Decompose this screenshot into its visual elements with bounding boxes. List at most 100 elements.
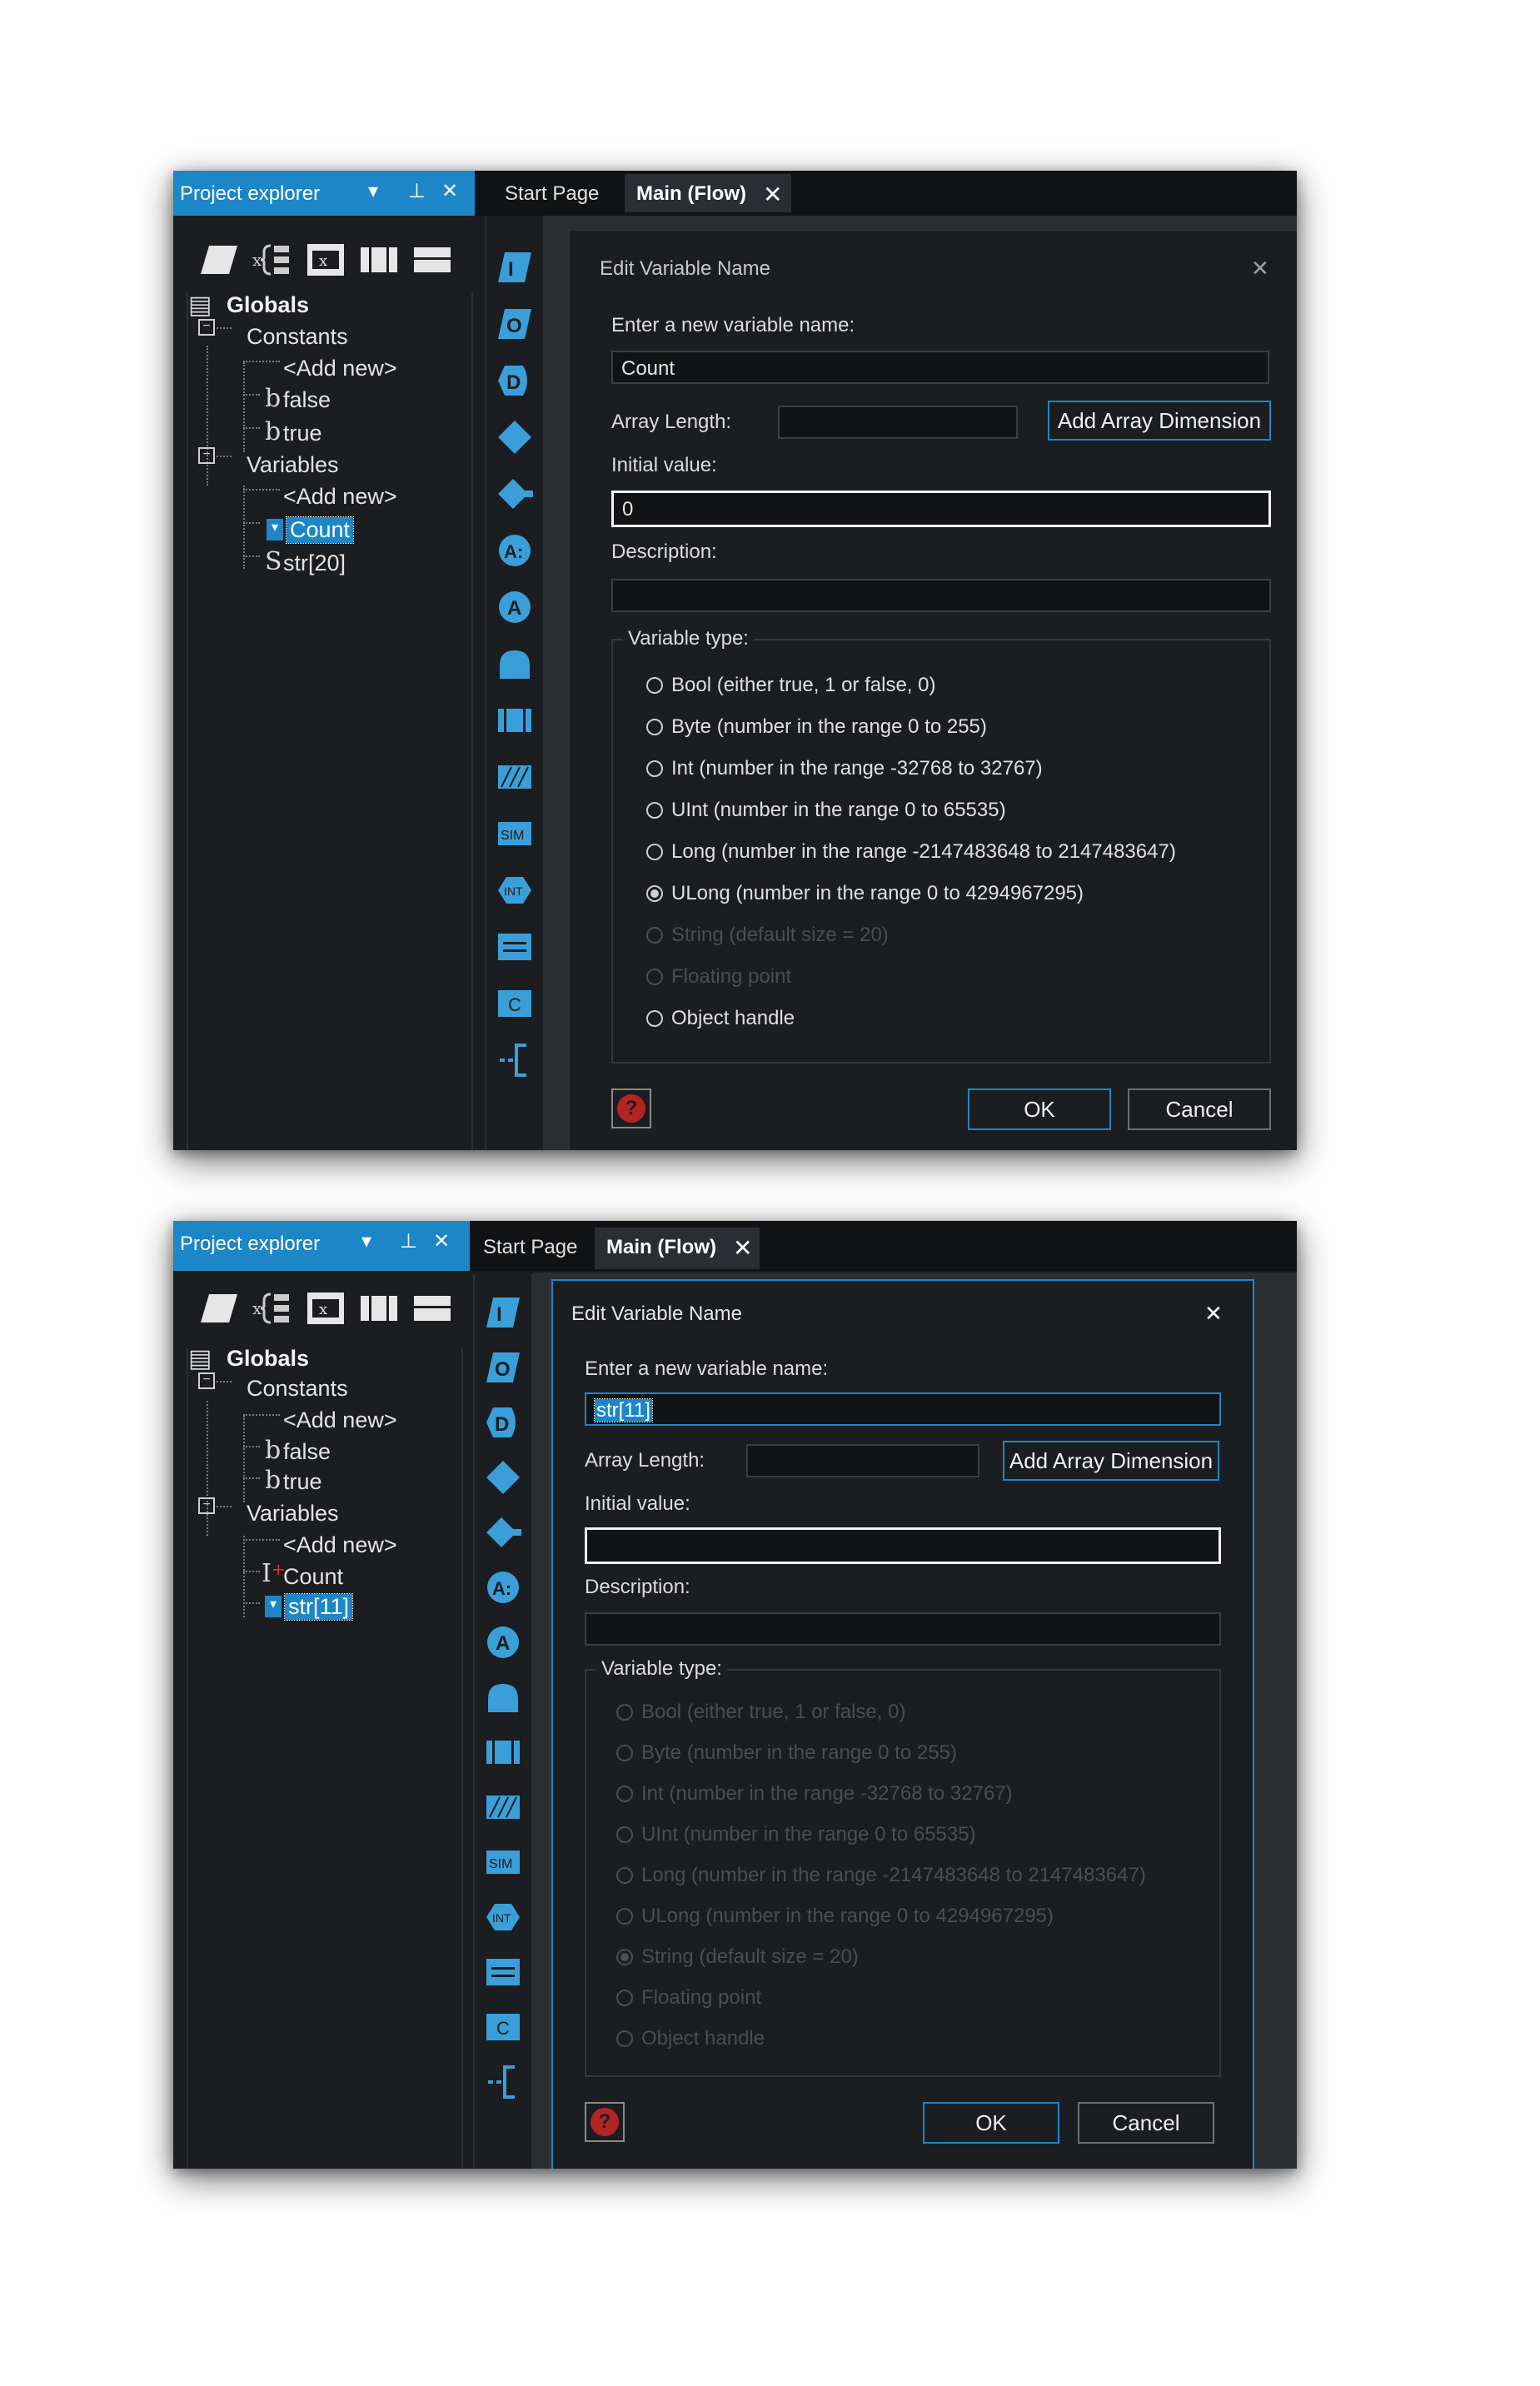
sim-block-icon[interactable]: SIM xyxy=(496,815,533,852)
interrupt-icon[interactable]: INT xyxy=(485,1899,521,1935)
variables-icon[interactable]: x xyxy=(252,242,293,277)
constant-icon[interactable]: x xyxy=(305,1291,346,1326)
type-object-handle-radio[interactable]: Object handle xyxy=(646,1007,795,1030)
tree-const-false[interactable]: false xyxy=(283,1439,331,1465)
display-block-icon[interactable]: D xyxy=(485,1404,521,1441)
hatched-block-icon[interactable] xyxy=(496,759,533,795)
ok-button[interactable]: OK xyxy=(923,2102,1059,2144)
bool-icon: b xyxy=(265,1466,282,1495)
interrupt-icon[interactable]: INT xyxy=(496,872,533,909)
variable-name-input[interactable]: Count xyxy=(611,351,1269,384)
tree-globals[interactable]: Globals xyxy=(227,1346,309,1372)
tab-start-page[interactable]: Start Page xyxy=(483,1236,577,1259)
variable-name-input[interactable]: str[11] xyxy=(585,1392,1221,1426)
parallelogram-icon[interactable] xyxy=(198,1291,240,1326)
collapse-variables-icon[interactable]: − xyxy=(198,1497,215,1514)
description-input[interactable] xyxy=(585,1612,1221,1646)
tree-globals[interactable]: Globals xyxy=(227,292,309,318)
type-ulong-radio[interactable]: ULong (number in the range 0 to 42949672… xyxy=(646,882,1084,905)
tree-var-count[interactable]: Count xyxy=(285,516,355,544)
add-array-dimension-button[interactable]: Add Array Dimension xyxy=(1003,1441,1219,1481)
help-button[interactable]: ? xyxy=(611,1088,651,1128)
sim-block-icon[interactable]: SIM xyxy=(485,1844,521,1880)
ok-button[interactable]: OK xyxy=(968,1088,1111,1130)
type-int-radio[interactable]: Int (number in the range -32768 to 32767… xyxy=(646,757,1043,780)
dialog-close-icon[interactable]: ✕ xyxy=(1251,256,1269,281)
hatched-block-icon[interactable] xyxy=(485,1789,521,1826)
c-code-icon[interactable]: C xyxy=(496,985,533,1022)
process-icon[interactable] xyxy=(485,1734,521,1771)
collapse-constants-icon[interactable]: − xyxy=(198,1372,215,1389)
loop-decision-icon[interactable] xyxy=(496,476,533,512)
comment-icon[interactable] xyxy=(485,2064,521,2100)
dialog-close-icon[interactable]: ✕ xyxy=(1204,1301,1223,1327)
tab-main-flow[interactable]: Main (Flow) xyxy=(606,1236,716,1259)
variables-icon[interactable]: x xyxy=(252,1291,293,1326)
constant-icon[interactable]: x xyxy=(305,242,346,277)
pin-icon[interactable]: ⊥ xyxy=(400,1229,417,1253)
description-input[interactable] xyxy=(611,579,1271,612)
terminal-icon[interactable] xyxy=(485,1679,521,1716)
tree-var-add-new[interactable]: <Add new> xyxy=(283,1532,397,1558)
tab-close-icon[interactable]: ✕ xyxy=(733,1234,752,1262)
struct-icon[interactable] xyxy=(411,1291,453,1326)
assign-a-icon[interactable]: A xyxy=(496,589,533,625)
add-array-dimension-button[interactable]: Add Array Dimension xyxy=(1048,401,1271,441)
tab-close-icon[interactable]: ✕ xyxy=(763,181,782,208)
list-block-icon[interactable] xyxy=(485,1954,521,1990)
output-block-icon[interactable]: O xyxy=(485,1349,521,1386)
pin-icon[interactable]: ⊥ xyxy=(408,179,426,203)
tree-constants[interactable]: Constants xyxy=(247,324,348,350)
comment-icon[interactable] xyxy=(496,1042,533,1078)
panel-close-icon[interactable]: ✕ xyxy=(433,1229,450,1253)
assign-a-colon-icon[interactable]: A: xyxy=(485,1569,521,1606)
input-block-icon[interactable]: I xyxy=(485,1294,521,1331)
collapse-variables-icon[interactable]: − xyxy=(198,447,215,464)
type-uint-radio[interactable]: UInt (number in the range 0 to 65535) xyxy=(646,799,1006,822)
assign-a-colon-icon[interactable]: A: xyxy=(496,532,533,569)
tree-var-str[interactable]: str[11] xyxy=(283,1593,354,1621)
array-length-input[interactable] xyxy=(746,1444,979,1477)
parallelogram-icon[interactable] xyxy=(198,242,240,277)
tree-variables[interactable]: Variables xyxy=(247,1501,339,1527)
initial-value-input[interactable] xyxy=(585,1527,1221,1564)
type-bool-radio[interactable]: Bool (either true, 1 or false, 0) xyxy=(646,674,935,697)
array-icon[interactable] xyxy=(358,1291,400,1326)
array-length-input[interactable] xyxy=(778,406,1018,439)
decision-icon[interactable] xyxy=(485,1459,521,1496)
c-code-icon[interactable]: C xyxy=(485,2009,521,2045)
cancel-button[interactable]: Cancel xyxy=(1128,1088,1271,1130)
array-icon[interactable] xyxy=(358,242,400,277)
collapse-constants-icon[interactable]: − xyxy=(198,319,215,336)
panel-dropdown-icon[interactable]: ▾ xyxy=(361,1229,371,1253)
decision-icon[interactable] xyxy=(496,419,533,456)
terminal-icon[interactable] xyxy=(496,645,533,682)
tree-const-false[interactable]: false xyxy=(283,387,331,413)
tree-constants[interactable]: Constants xyxy=(247,1376,348,1402)
tab-start-page[interactable]: Start Page xyxy=(505,182,599,206)
type-byte-radio[interactable]: Byte (number in the range 0 to 255) xyxy=(646,715,987,739)
assign-a-icon[interactable]: A xyxy=(485,1624,521,1661)
tree-const-true[interactable]: true xyxy=(283,1469,322,1495)
help-button[interactable]: ? xyxy=(585,2102,625,2142)
cancel-button[interactable]: Cancel xyxy=(1078,2102,1214,2144)
tree-const-true[interactable]: true xyxy=(283,421,322,446)
type-long-radio[interactable]: Long (number in the range -2147483648 to… xyxy=(646,840,1176,864)
tree-const-add-new[interactable]: <Add new> xyxy=(283,356,397,381)
tree-var-str[interactable]: str[20] xyxy=(283,550,346,576)
tree-var-count[interactable]: Count xyxy=(283,1564,343,1590)
tree-var-add-new[interactable]: <Add new> xyxy=(283,484,397,510)
initial-value-input[interactable]: 0 xyxy=(611,491,1271,527)
tab-main-flow[interactable]: Main (Flow) xyxy=(636,182,746,206)
list-block-icon[interactable] xyxy=(496,929,533,965)
input-block-icon[interactable]: I xyxy=(496,249,533,286)
panel-close-icon[interactable]: ✕ xyxy=(441,179,458,203)
struct-icon[interactable] xyxy=(411,242,453,277)
display-block-icon[interactable]: D xyxy=(496,362,533,399)
panel-dropdown-icon[interactable]: ▾ xyxy=(368,179,378,203)
process-icon[interactable] xyxy=(496,702,533,739)
tree-const-add-new[interactable]: <Add new> xyxy=(283,1407,397,1433)
tree-variables[interactable]: Variables xyxy=(247,452,339,478)
output-block-icon[interactable]: O xyxy=(496,306,533,342)
loop-decision-icon[interactable] xyxy=(485,1514,521,1551)
